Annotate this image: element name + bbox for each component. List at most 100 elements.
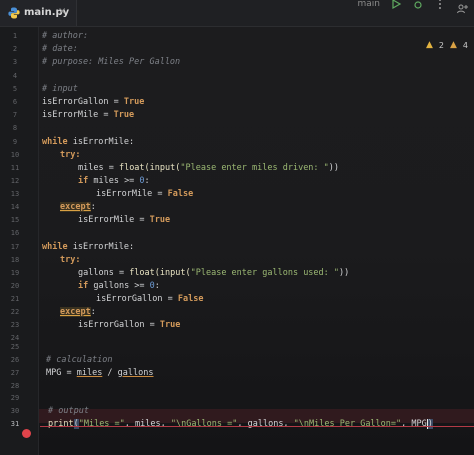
code-line[interactable]: while isErrorMile: (42, 241, 134, 254)
line-number[interactable]: 20 (0, 282, 30, 290)
keyword-warning: except (60, 307, 91, 317)
error-underline (40, 426, 474, 427)
code-line[interactable]: while isErrorMile: (42, 136, 134, 149)
comment: # output (48, 406, 89, 416)
line-number[interactable]: 9 (0, 138, 30, 146)
line-number[interactable]: 23 (0, 321, 30, 329)
identifier: isErrorMile = (78, 215, 150, 225)
line-number[interactable]: 14 (0, 203, 30, 211)
identifier: , miles, (124, 419, 171, 429)
line-number[interactable]: 5 (0, 85, 30, 93)
run-icon[interactable] (390, 0, 402, 10)
code-line[interactable]: except: (60, 201, 96, 214)
line-number[interactable]: 28 (0, 382, 30, 390)
punctuation: )) (328, 163, 340, 173)
line-number[interactable]: 24 (0, 334, 30, 342)
punctuation: : (90, 307, 96, 317)
string: "Miles =" (78, 419, 125, 429)
comment: # purpose: Miles Per Gallon (42, 57, 181, 67)
code-line[interactable]: try: (60, 254, 80, 267)
text-caret: ) (426, 419, 433, 429)
line-number[interactable]: 27 (0, 369, 30, 377)
code-line[interactable]: if miles >= 0: (78, 175, 150, 188)
line-number[interactable]: 18 (0, 256, 30, 264)
identifier-warning: gallons (117, 368, 154, 378)
add-user-icon[interactable] (456, 3, 468, 15)
line-number[interactable]: 1 (0, 32, 30, 40)
code-line[interactable]: # author: (42, 30, 88, 43)
more-actions-icon[interactable] (434, 0, 446, 10)
comment: # author: (42, 31, 89, 41)
identifier: isErrorMile: (72, 242, 135, 252)
keyword: True (159, 320, 181, 330)
line-number[interactable]: 26 (0, 356, 30, 364)
line-number[interactable]: 29 (0, 394, 30, 402)
code-line[interactable]: # calculation (46, 354, 113, 367)
debug-icon[interactable] (412, 0, 424, 10)
code-line[interactable]: isErrorMile = True (78, 214, 170, 227)
code-line[interactable]: # input (42, 83, 78, 96)
line-number[interactable]: 16 (0, 229, 30, 237)
line-number[interactable]: 2 (0, 45, 30, 53)
identifier: gallons = (78, 268, 130, 278)
code-line[interactable]: miles = float(input("Please enter miles … (78, 162, 339, 175)
keyword: if (78, 281, 94, 291)
line-number[interactable]: 4 (0, 72, 30, 80)
identifier: miles >= (93, 176, 140, 186)
line-number[interactable]: 15 (0, 216, 30, 224)
code-line[interactable]: isErrorGallon = False (96, 293, 203, 306)
line-number[interactable]: 6 (0, 98, 30, 106)
punctuation: : (154, 281, 160, 291)
code-line[interactable]: if gallons >= 0: (78, 280, 160, 293)
code-area[interactable]: # author: # date: # purpose: Miles Per G… (40, 27, 474, 455)
code-line[interactable]: # date: (42, 43, 78, 56)
code-line[interactable]: isErrorGallon = True (42, 96, 144, 109)
code-line[interactable]: try: (60, 149, 80, 162)
breakpoint-icon[interactable] (22, 429, 31, 438)
run-configuration[interactable]: main (358, 0, 381, 9)
identifier: gallons >= (93, 281, 150, 291)
identifier: isErrorMile (42, 110, 99, 120)
keyword-warning: except (60, 202, 91, 212)
line-number[interactable]: 30 (0, 407, 30, 415)
code-line[interactable]: isErrorMile = True (42, 109, 134, 122)
line-number[interactable]: 31 (0, 420, 30, 428)
keyword: while (42, 137, 73, 147)
code-line[interactable]: MPG = miles / gallons (46, 367, 154, 380)
identifier: isErrorMile: (72, 137, 135, 147)
string: "\nGallons =" (170, 419, 238, 429)
line-number[interactable]: 21 (0, 295, 30, 303)
code-line[interactable]: except: (60, 306, 96, 319)
line-number[interactable]: 22 (0, 308, 30, 316)
punctuation: )) (339, 268, 350, 278)
identifier: miles = (78, 163, 119, 173)
line-number[interactable]: 7 (0, 111, 30, 119)
line-number[interactable]: 19 (0, 269, 30, 277)
identifier: isErrorGallon = (96, 294, 178, 304)
tab-close-icon[interactable]: × (58, 6, 66, 17)
line-number[interactable]: 12 (0, 177, 30, 185)
function-call: print (48, 419, 74, 429)
string: "Please enter miles driven: " (180, 163, 329, 173)
operator: / (102, 368, 118, 378)
function-call: float(input( (118, 163, 181, 173)
code-line[interactable]: print("Miles =", miles, "\nGallons =", g… (48, 418, 433, 431)
line-number[interactable]: 13 (0, 190, 30, 198)
keyword: True (149, 215, 171, 225)
code-line[interactable]: # output (48, 405, 89, 418)
line-number[interactable]: 8 (0, 124, 30, 132)
line-number[interactable]: 17 (0, 243, 30, 251)
line-number[interactable]: 3 (0, 58, 30, 66)
code-line[interactable]: # purpose: Miles Per Gallon (42, 56, 180, 69)
line-number[interactable]: 25 (0, 343, 30, 351)
identifier: MPG = (46, 368, 77, 378)
run-toolbar: main (358, 0, 468, 15)
tab-main-py[interactable]: main.py × (0, 0, 77, 26)
code-line[interactable]: gallons = float(input("Please enter gall… (78, 267, 349, 280)
comment: # calculation (46, 355, 113, 365)
line-number[interactable]: 10 (0, 151, 30, 159)
line-number-gutter[interactable]: 1 2 3 4 5 6 7 8 9 10 11 12 13 14 15 16 17 18 19 20 21 22 23 24 2… (0, 27, 39, 455)
line-number[interactable]: 11 (0, 164, 30, 172)
code-line[interactable]: isErrorMile = False (96, 188, 193, 201)
code-line[interactable]: isErrorGallon = True (78, 319, 180, 332)
